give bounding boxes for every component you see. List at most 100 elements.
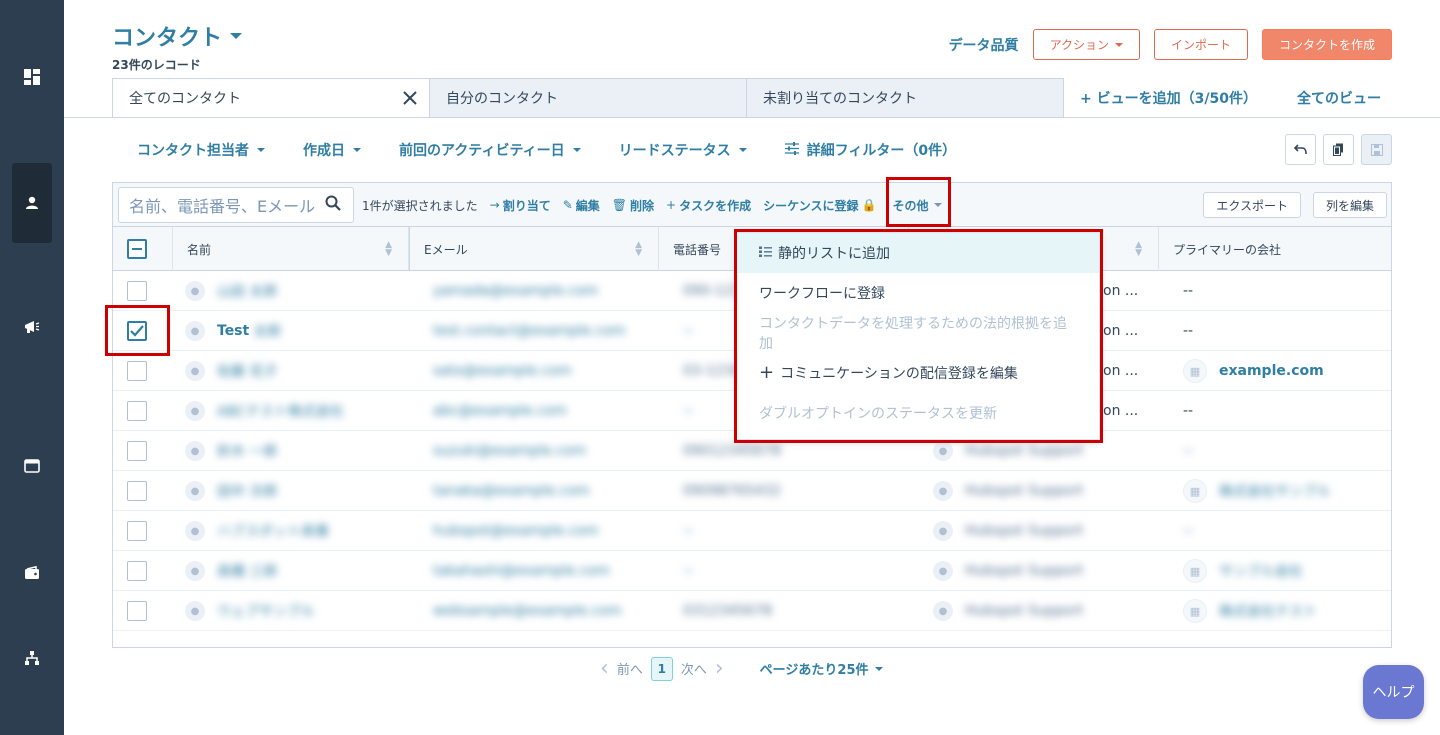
per-page-select[interactable]: ページあたり25件: [760, 659, 883, 678]
dashboard-icon[interactable]: [12, 57, 52, 97]
contact-name[interactable]: 田中 次郎: [217, 481, 277, 501]
menu-item-enroll-workflow[interactable]: ワークフローに登録: [737, 273, 1099, 313]
browser-icon[interactable]: [12, 446, 52, 486]
row-checkbox[interactable]: [127, 281, 147, 301]
table-row[interactable]: ● 高橋 三郎 takahashi@example.com -- ● Hubspot…: [113, 551, 1391, 591]
menu-item-update-double-opt-in[interactable]: ダブルオプトインのステータスを更新: [737, 393, 1099, 433]
menu-item-add-legal-basis[interactable]: コンタクトデータを処理するための法的根拠を追加: [737, 313, 1099, 353]
row-checkbox[interactable]: [127, 441, 147, 461]
object-switcher[interactable]: コンタクト: [112, 20, 243, 52]
data-quality-link[interactable]: データ品質: [949, 35, 1019, 55]
search-icon[interactable]: [325, 195, 341, 216]
filter-contact-owner[interactable]: コンタクト担当者: [137, 140, 265, 160]
table-row[interactable]: ● ハブスポット商事 hubspot@example.com -- ● Hubspo…: [113, 511, 1391, 551]
create-contact-button[interactable]: コンタクトを作成: [1261, 29, 1392, 60]
row-checkbox[interactable]: [127, 561, 147, 581]
contact-company: --: [1183, 523, 1194, 539]
row-checkbox[interactable]: [127, 521, 147, 541]
sort-icon[interactable]: ▲ ▼: [635, 241, 642, 258]
chevron-right-icon[interactable]: ›: [715, 656, 724, 681]
row-checkbox[interactable]: [127, 601, 147, 621]
table-row[interactable]: ● 田中 次郎 tanaka@example.com 09098765432 ● H…: [113, 471, 1391, 511]
edit-button[interactable]: ✎ 編集: [563, 197, 600, 214]
add-view-link[interactable]: + ビューを追加（3/50件）: [1080, 88, 1257, 108]
copy-icon[interactable]: [1323, 134, 1354, 165]
filter-lead-status[interactable]: リードステータス: [619, 140, 747, 160]
prev-page-button[interactable]: 前へ: [617, 659, 643, 678]
contact-company[interactable]: 株式会社テスト: [1219, 601, 1317, 621]
contact-email[interactable]: suzuki@example.com: [433, 443, 586, 459]
filter-last-activity[interactable]: 前回のアクティビティー日: [399, 140, 581, 160]
row-checkbox[interactable]: [127, 321, 147, 341]
delete-button[interactable]: 🗑 削除: [612, 197, 654, 214]
contact-phone: 09098765432: [683, 483, 781, 499]
contact-company[interactable]: example.com: [1219, 363, 1324, 379]
undo-icon[interactable]: [1285, 134, 1316, 165]
create-task-button[interactable]: + タスクを作成: [666, 197, 751, 214]
contact-email[interactable]: test.contact@example.com: [433, 323, 625, 339]
avatar: ●: [933, 441, 953, 461]
contact-email[interactable]: sato@example.com: [433, 363, 572, 379]
export-button[interactable]: エクスポート: [1203, 192, 1301, 218]
contact-email[interactable]: abc@example.com: [433, 403, 567, 419]
contact-name[interactable]: 山田 太郎: [217, 281, 277, 301]
sort-icon[interactable]: ▲ ▼: [1135, 241, 1142, 258]
contact-name[interactable]: 高橋 三郎: [217, 561, 277, 581]
filter-create-date[interactable]: 作成日: [303, 140, 361, 160]
tab-my-contacts[interactable]: 自分のコンタクト: [429, 78, 747, 118]
wallet-icon[interactable]: [12, 553, 52, 593]
actions-button[interactable]: アクション: [1032, 29, 1140, 60]
search-input[interactable]: 名前、電話番号、Eメール: [118, 187, 354, 223]
table-row[interactable]: ● ウェブサンプル websample@example.com 031234567…: [113, 591, 1391, 631]
contacts-icon[interactable]: [12, 163, 52, 243]
page-title: コンタクト: [112, 26, 223, 51]
contact-name[interactable]: Test: [217, 323, 249, 339]
tab-all-contacts[interactable]: 全てのコンタクト: [112, 78, 430, 118]
hierarchy-icon[interactable]: [12, 638, 52, 678]
advanced-filter-button[interactable]: 詳細フィルター（0件）: [784, 140, 956, 160]
filter-label: 作成日: [303, 143, 345, 159]
lock-icon: 🔒: [861, 198, 877, 212]
contact-name[interactable]: 鈴木 一郎: [217, 441, 277, 461]
contact-name[interactable]: ABCテスト株式会社: [217, 401, 344, 421]
row-checkbox[interactable]: [127, 401, 147, 421]
help-button[interactable]: ヘルプ: [1363, 665, 1424, 719]
next-page-button[interactable]: 次へ: [681, 659, 707, 678]
contact-phone: 03-1234: [683, 363, 742, 379]
import-button[interactable]: インポート: [1153, 29, 1248, 60]
contact-name[interactable]: ウェブサンプル: [217, 601, 315, 621]
menu-item-label: ワークフローに登録: [759, 286, 885, 302]
row-checkbox[interactable]: [127, 481, 147, 501]
sort-icon[interactable]: ▲ ▼: [385, 241, 392, 258]
more-button[interactable]: その他: [892, 197, 942, 214]
contact-email[interactable]: yamada@example.com: [433, 283, 598, 299]
chevron-left-icon[interactable]: ‹: [600, 656, 609, 681]
contact-name[interactable]: 佐藤 花子: [217, 361, 277, 381]
enroll-sequence-button[interactable]: シーケンスに登録 🔒: [763, 197, 876, 214]
select-all-checkbox[interactable]: [127, 239, 147, 259]
tab-unassigned-contacts[interactable]: 未割り当てのコンタクト: [746, 78, 1064, 118]
marketing-icon[interactable]: [12, 307, 52, 347]
contact-company[interactable]: 株式会社サンプル: [1219, 481, 1331, 501]
column-header-company[interactable]: プライマリーの会社: [1159, 227, 1391, 271]
current-page[interactable]: 1: [650, 656, 673, 681]
contact-name[interactable]: ハブスポット商事: [217, 521, 329, 541]
contact-email[interactable]: tanaka@example.com: [433, 483, 590, 499]
assign-button[interactable]: → 割り当て: [490, 197, 551, 214]
all-views-link[interactable]: 全てのビュー: [1297, 88, 1381, 108]
contact-email[interactable]: websample@example.com: [433, 603, 621, 619]
bulk-action-toolbar: 名前、電話番号、Eメール 1件が選択されました → 割り当て ✎ 編集 🗑 削除 + タ…: [113, 183, 1391, 227]
column-header-email[interactable]: Eメール ▲ ▼: [409, 227, 659, 271]
edit-columns-button[interactable]: 列を編集: [1312, 192, 1387, 218]
column-label: プライマリーの会社: [1173, 242, 1282, 257]
close-icon[interactable]: [403, 89, 417, 107]
filter-label: 前回のアクティビティー日: [399, 143, 565, 159]
menu-item-add-to-static-list[interactable]: 静的リストに追加: [737, 233, 1099, 273]
contact-email[interactable]: hubspot@example.com: [433, 523, 598, 539]
contact-company[interactable]: サンプル会社: [1219, 561, 1303, 581]
column-header-name[interactable]: 名前 ▲ ▼: [173, 227, 409, 271]
contact-email[interactable]: takahashi@example.com: [433, 563, 610, 579]
save-icon[interactable]: [1361, 134, 1392, 165]
row-checkbox[interactable]: [127, 361, 147, 381]
menu-item-edit-subscriptions[interactable]: + コミュニケーションの配信登録を編集: [737, 353, 1099, 393]
